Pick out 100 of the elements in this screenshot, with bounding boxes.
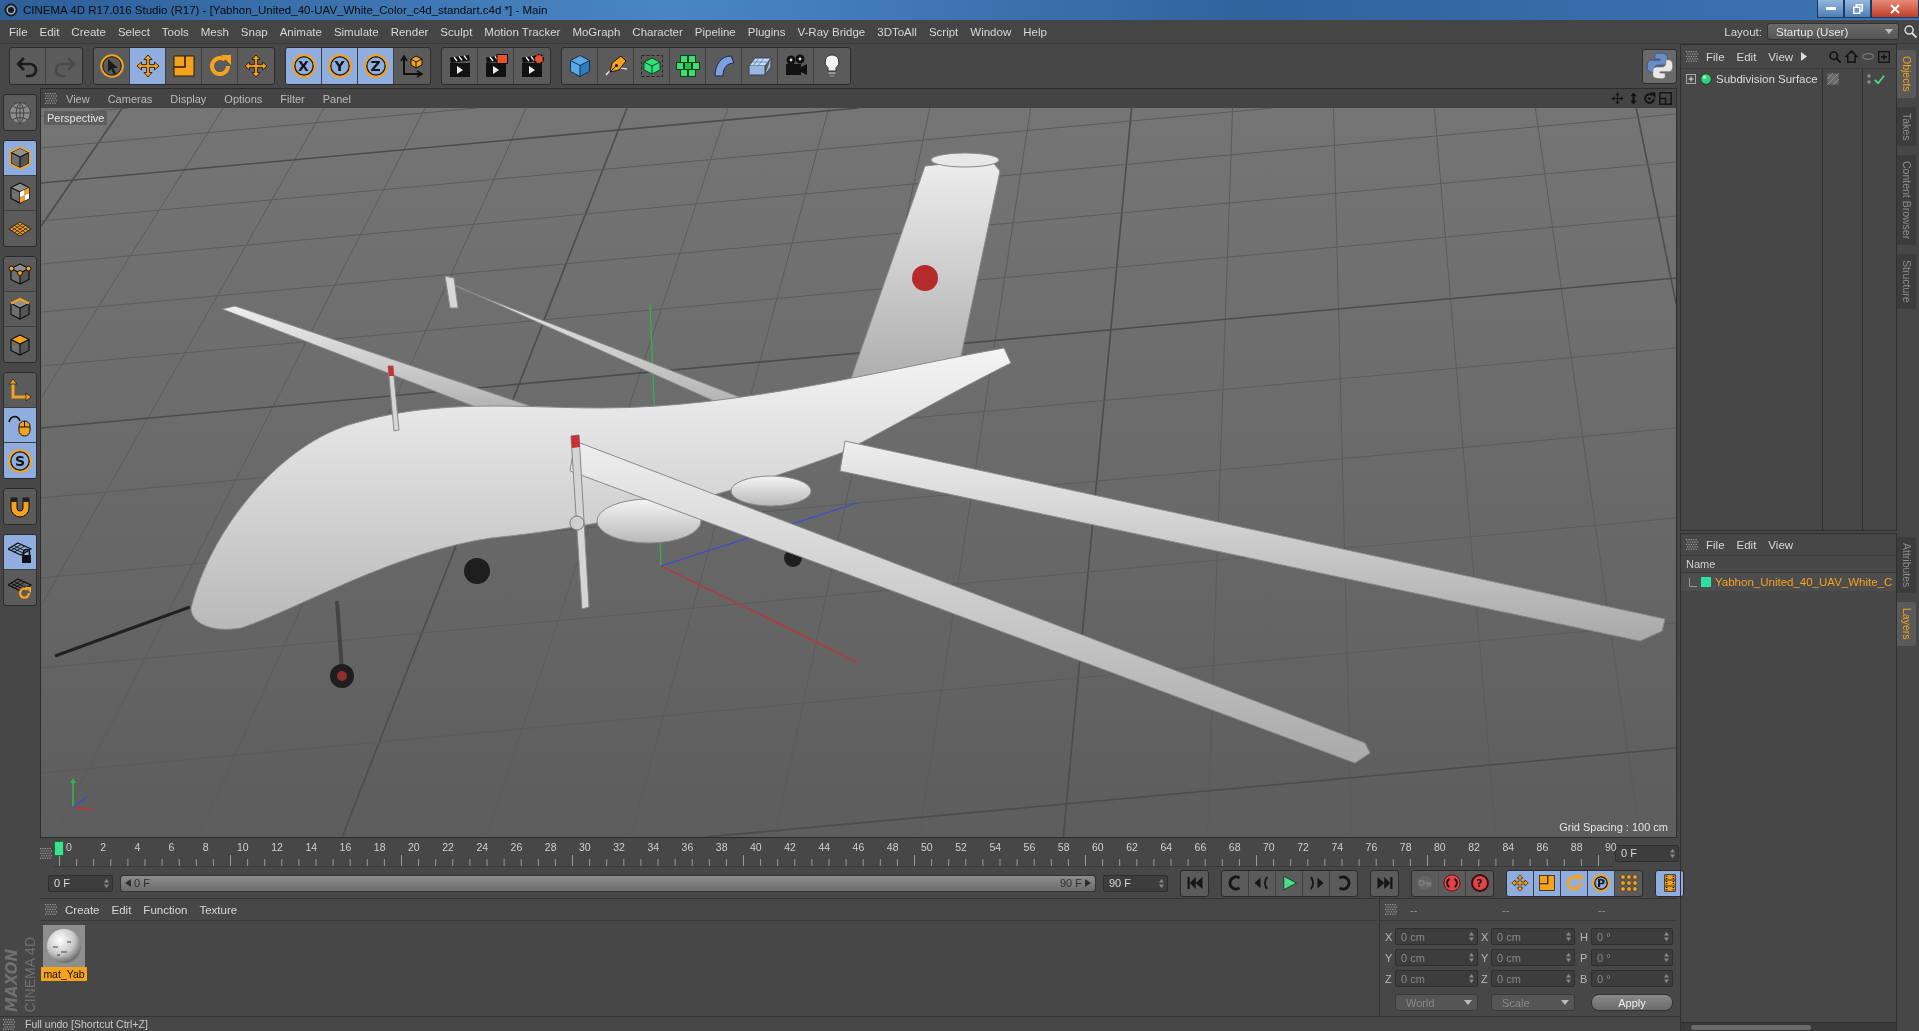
grid-spacing-label: Grid Spacing : 100 cm [1559, 821, 1668, 833]
frame-label: 20 [408, 840, 420, 853]
grip-icon[interactable] [40, 847, 52, 859]
menu-item[interactable]: View [1764, 538, 1798, 551]
y-axis-button[interactable]: Y [322, 48, 358, 84]
grip-icon[interactable] [1686, 539, 1698, 550]
menu-item[interactable]: Edit [33, 25, 66, 38]
caret-right-icon [1085, 879, 1091, 887]
z-axis-button[interactable]: Z [358, 48, 394, 84]
menu-item[interactable]: Mesh [194, 25, 235, 38]
frame-label: 12 [271, 840, 283, 853]
menu-item[interactable]: Texture [195, 903, 242, 916]
snapping-button[interactable] [3, 488, 37, 525]
grip-icon[interactable] [3, 1018, 15, 1030]
move-button[interactable] [130, 48, 166, 84]
menu-item[interactable]: Create [61, 903, 104, 916]
layout-dropdown[interactable]: Startup (User) [1767, 23, 1899, 40]
menu-item[interactable]: Help [1017, 25, 1053, 38]
record-help-button[interactable]: ? [1466, 870, 1493, 896]
object-mode-button[interactable] [4, 141, 36, 176]
spinner-icon [1566, 953, 1571, 962]
grip-icon[interactable] [45, 93, 57, 104]
grip-icon[interactable] [45, 904, 57, 915]
menu-item[interactable]: Edit [1732, 538, 1761, 551]
menu-item[interactable]: Panel [313, 92, 360, 105]
menu-item[interactable]: Motion Tracker [478, 25, 567, 38]
lock-workplane-button[interactable] [4, 535, 36, 570]
spinner-icon [1566, 932, 1571, 941]
menu-item[interactable]: Plugins [741, 25, 792, 38]
script-manager-button[interactable] [1642, 48, 1677, 84]
side-tab[interactable]: Takes [1897, 106, 1916, 147]
material-name[interactable]: mat_Yab [41, 967, 87, 981]
side-tab[interactable]: Layers [1897, 602, 1916, 646]
start-frame-field[interactable]: 0 F [48, 874, 113, 892]
frame-range-slider[interactable]: 0 F 90 F [120, 874, 1096, 892]
menu-item[interactable]: Character [626, 25, 689, 38]
menu-item[interactable]: Select [111, 25, 156, 38]
maximize-button[interactable] [1844, 0, 1871, 18]
menu-item[interactable]: File [3, 25, 34, 38]
window-title: CINEMA 4D R17.016 Studio (R17) - [Yabhon_United_40-UAV_White_Color_c4d_standart.c4d *] - Main [23, 4, 548, 16]
current-frame-field[interactable]: 0 F [1615, 844, 1679, 862]
menu-item[interactable]: Pipeline [688, 25, 742, 38]
object-name[interactable]: Subdivision Surface [1716, 73, 1818, 85]
key-position-button[interactable] [1507, 870, 1534, 896]
playhead-handle[interactable] [54, 840, 64, 856]
menu-item[interactable]: Function [139, 903, 192, 916]
solo-button[interactable]: S [4, 443, 36, 478]
menu-item[interactable]: Create [65, 25, 112, 38]
frame-label: 74 [1331, 840, 1344, 853]
menu-item[interactable]: MoGraph [566, 25, 627, 38]
menu-item[interactable]: Render [384, 25, 435, 38]
floor-plane-icon [747, 54, 772, 78]
frame-label: 84 [1502, 840, 1515, 853]
menu-item[interactable]: View [1764, 50, 1798, 63]
menu-item[interactable]: View [57, 92, 99, 105]
menu-item[interactable]: Animate [273, 25, 328, 38]
key-scale-button[interactable] [1534, 870, 1561, 896]
menu-item[interactable]: 3DToAll [871, 25, 923, 38]
menu-item[interactable]: Display [161, 92, 216, 105]
menu-item[interactable]: Window [964, 25, 1018, 38]
grip-icon[interactable] [1385, 904, 1397, 915]
menu-item[interactable]: Simulate [327, 25, 385, 38]
move-arrows-icon [1511, 874, 1529, 892]
key-parameter-button[interactable]: P [1588, 870, 1615, 896]
minimize-button[interactable] [1817, 0, 1844, 18]
close-button[interactable] [1871, 0, 1919, 18]
3d-viewport[interactable]: Perspective Grid Spacing : 100 cm [41, 108, 1676, 837]
menu-item[interactable]: Tools [155, 25, 195, 38]
layer-row[interactable]: Yabhon_United_40_UAV_White_C [1681, 573, 1896, 591]
menu-item[interactable]: Snap [234, 25, 274, 38]
side-tab[interactable]: Content Browser [1897, 155, 1916, 246]
timeline-button[interactable] [1655, 869, 1684, 897]
menu-item[interactable]: Edit [1732, 50, 1761, 63]
grip-icon[interactable] [1686, 51, 1698, 62]
caret-right-icon[interactable] [1801, 52, 1808, 61]
go-to-end-button[interactable] [1370, 869, 1399, 897]
menu-item[interactable]: File [1702, 50, 1729, 63]
go-to-start-button[interactable] [1180, 869, 1209, 897]
menu-item[interactable]: Cameras [98, 92, 162, 105]
menu-item[interactable]: Sculpt [434, 25, 479, 38]
horizontal-scrollbar[interactable] [1681, 1022, 1896, 1031]
menu-item[interactable]: Options [215, 92, 272, 105]
caret-down-icon [1885, 29, 1893, 34]
search-icon[interactable] [1904, 25, 1917, 38]
model-mode-button[interactable] [3, 94, 37, 131]
menu-item[interactable]: V-Ray Bridge [791, 25, 872, 38]
plus-square-icon[interactable] [1686, 74, 1696, 84]
x-axis-button[interactable]: X [286, 48, 322, 84]
key-rotation-button[interactable] [1561, 870, 1588, 896]
menu-item[interactable]: Script [922, 25, 965, 38]
frame-label: 70 [1263, 840, 1275, 853]
end-frame-field[interactable]: 90 F [1103, 874, 1168, 892]
menu-item[interactable]: Edit [107, 903, 136, 916]
side-tab[interactable]: Attributes [1897, 537, 1916, 594]
axis-icon [8, 378, 32, 402]
menu-item[interactable]: Filter [271, 92, 314, 105]
menu-item[interactable]: File [1702, 538, 1729, 551]
side-tab[interactable]: Structure [1897, 254, 1916, 309]
tweak-mode-button[interactable] [4, 408, 36, 443]
check-icon[interactable] [1874, 73, 1885, 85]
